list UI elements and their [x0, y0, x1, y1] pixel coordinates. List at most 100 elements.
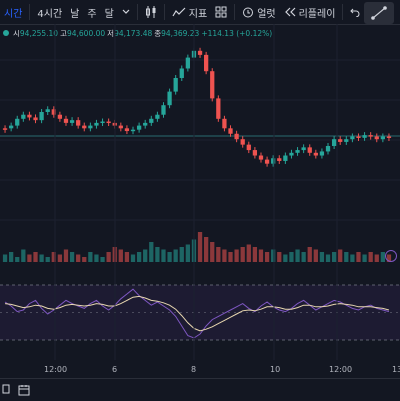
- calendar-icon[interactable]: [18, 384, 30, 399]
- candle-body: [283, 155, 288, 161]
- candle-body: [51, 109, 56, 115]
- volume-bar: [313, 249, 318, 262]
- alerts-button[interactable]: 얼럿: [238, 0, 279, 24]
- timeframe-partial[interactable]: 시간: [0, 0, 26, 24]
- candle-body: [179, 68, 184, 78]
- volume-bar: [118, 249, 123, 262]
- candle-body: [82, 125, 87, 129]
- x-axis-label-6: 13: [392, 365, 400, 374]
- open-value: 94,255.10: [19, 28, 59, 38]
- candle-body: [313, 152, 318, 156]
- candle-body: [100, 121, 105, 124]
- candle-body: [319, 151, 325, 156]
- layout-grid-icon[interactable]: [211, 0, 231, 24]
- candle-body: [325, 146, 331, 152]
- candle-body: [118, 125, 123, 129]
- volume-bar: [301, 252, 306, 262]
- x-axis-label-5: 12:00: [329, 365, 353, 374]
- volume-bar: [234, 249, 239, 262]
- toolbar-divider: [342, 4, 344, 20]
- candle-body: [368, 135, 373, 137]
- chevron-down-icon[interactable]: [118, 0, 134, 24]
- undo-icon[interactable]: [346, 0, 364, 24]
- candle-body: [210, 71, 215, 99]
- alerts-label: 얼럿: [257, 8, 276, 20]
- draw-line-tool-button[interactable]: [364, 2, 394, 24]
- candles-style-icon[interactable]: [141, 0, 161, 24]
- candlestick-series: [2, 47, 392, 167]
- low-label: 저: [107, 28, 115, 38]
- indicators-button[interactable]: 지표: [168, 0, 211, 24]
- candle-body: [374, 136, 379, 140]
- volume-bar: [252, 247, 258, 262]
- volume-bar: [271, 249, 276, 262]
- volume-bar: [63, 249, 69, 262]
- candle-body: [386, 136, 392, 138]
- candle-body: [33, 117, 38, 121]
- volume-bar: [45, 257, 50, 262]
- candle-body: [167, 91, 172, 106]
- change-value: +114.13 (+0.12%): [201, 28, 273, 38]
- candle-body: [331, 139, 337, 146]
- candle-body: [380, 136, 385, 140]
- high-value: 94,600.00: [66, 28, 106, 38]
- candle-body: [216, 98, 221, 119]
- volume-bar: [167, 252, 172, 262]
- candle-body: [143, 122, 148, 126]
- volume-bar: [94, 254, 99, 262]
- high-label: 고: [60, 28, 67, 38]
- trend-line-icon: [371, 6, 387, 20]
- volume-bar: [57, 254, 63, 262]
- rewind-icon: [284, 7, 296, 17]
- candle-body: [234, 133, 239, 140]
- timeframe-week-button[interactable]: 주: [83, 0, 100, 24]
- indicators-icon: [172, 7, 186, 17]
- candle-body: [295, 150, 300, 153]
- volume-bar: [277, 252, 282, 262]
- oscillator-line: [4, 288, 390, 339]
- candle-body: [173, 78, 178, 92]
- candle-body: [252, 150, 258, 156]
- candle-body: [124, 128, 130, 132]
- candle-body: [9, 125, 14, 129]
- volume-bar: [216, 247, 221, 262]
- volume-bar: [204, 237, 209, 262]
- top-toolbar: 시간 4시간 날 주 달 지표 얼럿 리플레이: [0, 0, 400, 25]
- volume-bar: [319, 252, 325, 262]
- volume-bar: [258, 249, 264, 262]
- volume-bar: [15, 257, 20, 262]
- chart-grid: [0, 59, 400, 221]
- candle-body: [356, 136, 361, 138]
- volume-bar: [307, 247, 312, 262]
- volume-bar: [106, 252, 111, 262]
- candle-body: [149, 118, 154, 123]
- volume-bar: [161, 249, 166, 262]
- candle-body: [69, 120, 75, 123]
- bottom-toolbar: [0, 378, 400, 401]
- candle-body: [191, 50, 197, 58]
- candle-body: [246, 144, 251, 151]
- candle-body: [161, 105, 166, 115]
- volume-bar: [21, 249, 26, 262]
- candle-body: [338, 139, 343, 142]
- ruler-icon[interactable]: [2, 384, 10, 397]
- volume-bar: [210, 242, 215, 262]
- candle-body: [307, 147, 312, 153]
- candle-body: [204, 54, 209, 72]
- replay-button[interactable]: 리플레이: [280, 0, 340, 24]
- timeframe-day-button[interactable]: 날: [66, 0, 83, 24]
- volume-bar: [9, 252, 14, 262]
- pane-settings-icon[interactable]: [385, 250, 397, 262]
- close-label: 종: [154, 28, 162, 38]
- candle-body: [271, 158, 276, 164]
- volume-bar: [39, 254, 44, 262]
- timeframe-month-button[interactable]: 달: [101, 0, 118, 24]
- volume-bar: [33, 252, 38, 262]
- timeframe-4h-button[interactable]: 4시간: [33, 0, 66, 24]
- candle-body: [301, 147, 306, 151]
- volume-bar: [2, 254, 8, 262]
- price-chart[interactable]: [0, 0, 400, 400]
- candle-body: [45, 109, 50, 112]
- volume-bar: [179, 247, 184, 262]
- candle-body: [136, 125, 142, 130]
